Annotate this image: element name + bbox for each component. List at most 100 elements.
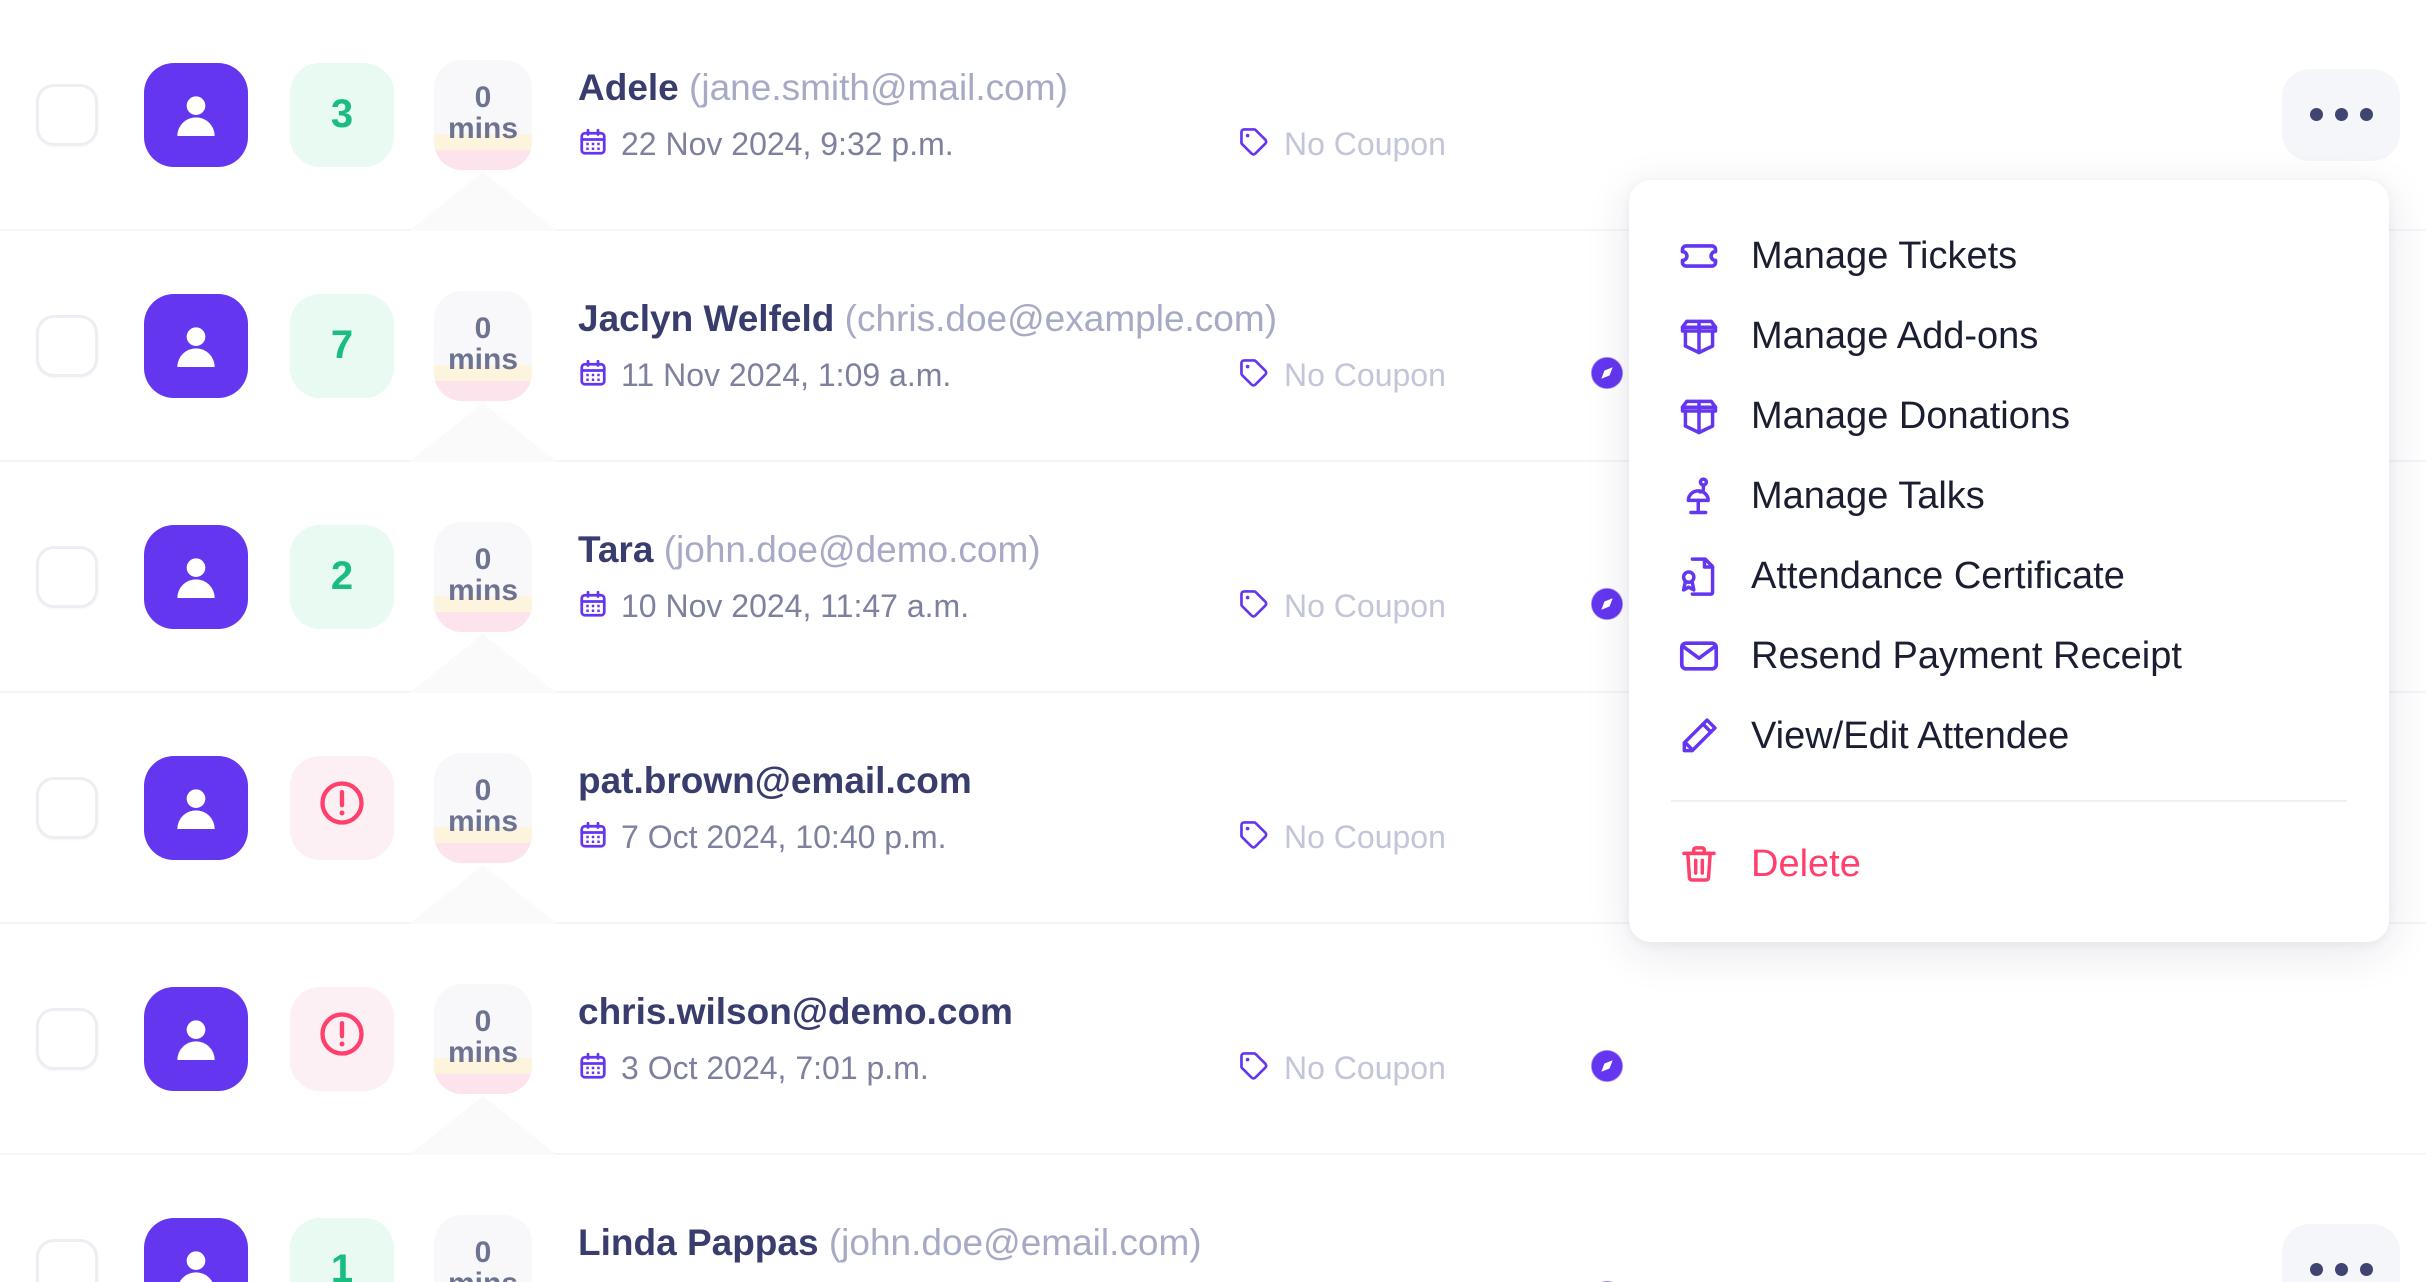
- duration-value: 0: [474, 1004, 492, 1038]
- row-select-checkbox[interactable]: [36, 545, 98, 608]
- coupon-tag-icon: [1238, 357, 1270, 394]
- duration-tile[interactable]: 0 mins: [434, 59, 532, 170]
- duration-unit: mins: [447, 112, 519, 145]
- row-select-checkbox[interactable]: [36, 83, 98, 146]
- coupon-tag-icon: [1238, 588, 1270, 625]
- person-icon: [168, 549, 224, 605]
- coupon-text: No Coupon: [1284, 126, 1446, 163]
- kebab-dot: [2309, 108, 2323, 121]
- duration-tile[interactable]: 0 mins: [434, 1214, 532, 1282]
- duration-tile[interactable]: 0 mins: [434, 521, 532, 632]
- order-date: 22 Nov 2024, 9:32 p.m.: [578, 126, 954, 163]
- referrer: [1588, 1047, 1640, 1090]
- order-date: 7 Oct 2024, 10:40 p.m.: [578, 819, 947, 856]
- duration-unit: mins: [447, 1036, 519, 1069]
- duration-band-pink: [434, 380, 532, 401]
- duration-unit: mins: [448, 1267, 518, 1282]
- row-select-checkbox[interactable]: [36, 776, 98, 839]
- duration-tile-wrap: 0 mins: [405, 983, 561, 1158]
- compass-icon: [1588, 585, 1626, 628]
- menu-item-label: Manage Talks: [1751, 474, 1985, 517]
- attendee-email: (chris.doe@example.com): [844, 297, 1278, 339]
- attendee-name: Linda Pappas: [578, 1221, 819, 1263]
- attendee-count-badge: 2: [290, 524, 394, 629]
- duration-tooltip-arrow: [405, 402, 561, 465]
- kebab-dot: [2309, 1263, 2323, 1276]
- row-select-checkbox[interactable]: [36, 1007, 98, 1070]
- attendee-error-badge: [290, 755, 394, 860]
- row-select-checkbox[interactable]: [36, 1238, 98, 1282]
- duration-tooltip-arrow: [405, 171, 561, 234]
- order-date: 10 Nov 2024, 11:47 a.m.: [578, 588, 969, 625]
- menu-item-view-edit-attendee[interactable]: View/Edit Attendee: [1629, 696, 2389, 776]
- duration-unit: mins: [447, 574, 519, 607]
- menu-item-manage-add-ons[interactable]: Manage Add-ons: [1629, 296, 2389, 376]
- calendar-icon: [578, 589, 608, 624]
- person-icon: [168, 1011, 224, 1067]
- menu-item-manage-talks[interactable]: Manage Talks: [1629, 456, 2389, 536]
- coupon-text: No Coupon: [1284, 819, 1446, 856]
- calendar-icon: [578, 127, 608, 162]
- attendees-table-screen: 3 0 mins Adele (jane.smith@mail.com) 22 …: [0, 0, 2426, 1282]
- compass-icon: [1588, 1047, 1626, 1090]
- duration-tile-wrap: 0 mins: [434, 1214, 532, 1282]
- avatar: [144, 1217, 248, 1282]
- duration-value: 0: [474, 1235, 492, 1269]
- coupon: No Coupon: [1238, 357, 1446, 394]
- coupon-text: No Coupon: [1284, 357, 1446, 394]
- table-row[interactable]: 1 0 mins Linda Pappas (john.doe@email.co…: [0, 1155, 2426, 1282]
- avatar: [144, 986, 248, 1091]
- attendee-identity: chris.wilson@demo.com: [578, 990, 2426, 1034]
- kebab-dot: [2359, 108, 2373, 121]
- attendee-name: pat.brown@email.com: [578, 759, 972, 801]
- person-icon: [168, 87, 224, 143]
- attendee-identity: Linda Pappas (john.doe@email.com): [578, 1221, 2426, 1265]
- attendee-info: chris.wilson@demo.com 3 Oct 2024, 7:01 p…: [578, 990, 2426, 1087]
- coupon-tag-icon: [1238, 126, 1270, 163]
- duration-unit: mins: [447, 805, 519, 838]
- duration-tile[interactable]: 0 mins: [434, 290, 532, 401]
- menu-item-label: Manage Donations: [1751, 394, 2070, 437]
- attendee-count-badge: 1: [290, 1217, 394, 1282]
- attendee-meta: 3 Oct 2024, 7:01 p.m. No Coupon: [578, 1047, 2426, 1090]
- menu-item-resend-payment-receipt[interactable]: Resend Payment Receipt: [1629, 616, 2389, 696]
- attendee-name: Tara: [578, 528, 654, 570]
- avatar: [144, 62, 248, 167]
- duration-tile-wrap: 0 mins: [405, 752, 561, 927]
- kebab-dot: [2334, 1263, 2348, 1276]
- attendee-count-badge: 3: [290, 62, 394, 167]
- duration-band-pink: [434, 1073, 532, 1094]
- menu-item-attendance-certificate[interactable]: Attendance Certificate: [1629, 536, 2389, 616]
- row-actions-button[interactable]: [2282, 68, 2400, 161]
- order-date-text: 3 Oct 2024, 7:01 p.m.: [621, 1050, 929, 1087]
- order-date-text: 22 Nov 2024, 9:32 p.m.: [621, 126, 954, 163]
- duration-tile[interactable]: 0 mins: [434, 752, 532, 863]
- podium-icon: [1677, 474, 1723, 518]
- menu-item-delete[interactable]: Delete: [1629, 824, 2389, 904]
- attendee-actions-menu[interactable]: Manage Tickets Manage Add-ons Manage Don…: [1629, 180, 2389, 942]
- duration-tile[interactable]: 0 mins: [434, 983, 532, 1094]
- row-select-checkbox[interactable]: [36, 314, 98, 377]
- row-actions-button[interactable]: [2282, 1223, 2400, 1282]
- menu-item-manage-donations[interactable]: Manage Donations: [1629, 376, 2389, 456]
- certificate-icon: [1677, 554, 1723, 598]
- referrer: google.com: [1588, 1278, 1795, 1282]
- attendee-count-badge: 7: [290, 293, 394, 398]
- person-icon: [168, 780, 224, 836]
- duration-value: 0: [474, 311, 492, 345]
- order-date-text: 11 Nov 2024, 1:09 a.m.: [621, 357, 952, 394]
- compass-icon: [1588, 354, 1626, 397]
- menu-divider: [1671, 800, 2347, 802]
- duration-band-pink: [434, 149, 532, 170]
- order-date: 3 Oct 2024, 7:01 p.m.: [578, 1050, 929, 1087]
- table-row[interactable]: 0 mins chris.wilson@demo.com 3 Oct 2024,…: [0, 924, 2426, 1158]
- duration-band-pink: [434, 611, 532, 632]
- compass-icon: [1588, 1278, 1626, 1282]
- order-date: 11 Nov 2024, 1:09 a.m.: [578, 357, 951, 394]
- menu-item-manage-tickets[interactable]: Manage Tickets: [1629, 216, 2389, 296]
- coupon: No Coupon: [1238, 1050, 1446, 1087]
- duration-value: 0: [474, 542, 492, 576]
- calendar-icon: [578, 358, 608, 393]
- duration-tooltip-arrow: [405, 1095, 561, 1158]
- attendee-error-badge: [290, 986, 394, 1091]
